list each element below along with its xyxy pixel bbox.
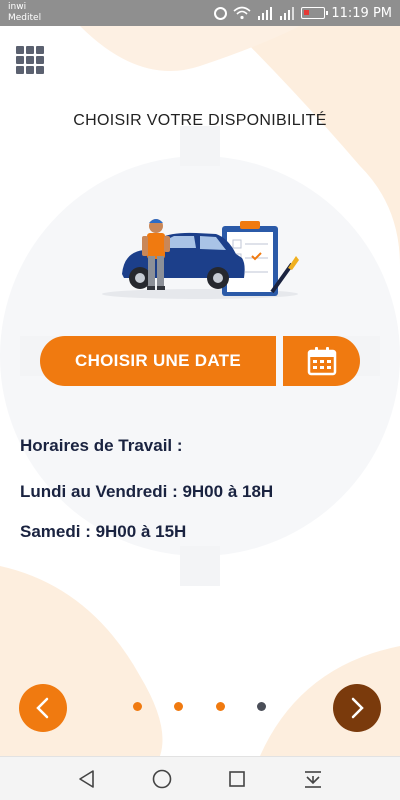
home-icon[interactable] (151, 768, 173, 790)
previous-button[interactable] (19, 684, 67, 732)
notifications-pull-down-icon[interactable] (302, 768, 324, 790)
signal-icon-1 (258, 7, 273, 20)
status-bar: inwi Meditel 11:19 PM (0, 0, 400, 26)
calendar-icon (307, 347, 336, 376)
saturday-hours: Samedi : 9H00 à 15H (20, 522, 187, 541)
status-icons: 11:19 PM (214, 4, 392, 22)
page-title: CHOISIR VOTRE DISPONIBILITÉ (73, 112, 327, 129)
working-hours-heading: Horaires de Travail : (20, 436, 183, 455)
signal-icon-2 (280, 7, 295, 20)
carrier-2: Meditel (8, 13, 42, 23)
chevron-left-icon (36, 697, 49, 719)
page-dot-4 (257, 702, 266, 711)
next-button[interactable] (333, 684, 381, 732)
system-navigation-bar (0, 756, 400, 800)
back-icon[interactable] (76, 768, 98, 790)
page-indicator (130, 702, 270, 714)
carrier-info: inwi Meditel (8, 2, 41, 24)
mechanic-car-checklist-illustration (102, 219, 299, 299)
weekday-hours: Lundi au Vendredi : 9H00 à 18H (20, 482, 274, 501)
page-dot-1 (133, 702, 142, 711)
battery-icon (301, 7, 329, 19)
calendar-button[interactable] (283, 336, 360, 386)
grid-menu-icon[interactable] (16, 46, 44, 74)
recent-apps-icon[interactable] (226, 768, 248, 790)
page-dot-3 (216, 702, 225, 711)
alarm-icon (214, 6, 228, 20)
page-dot-2 (174, 702, 183, 711)
clock: 11:19 PM (331, 5, 392, 21)
chevron-right-icon (351, 697, 364, 719)
background-decoration (0, 26, 400, 756)
wifi-icon (233, 6, 251, 20)
choose-date-button[interactable]: CHOISIR UNE DATE (40, 336, 276, 386)
carrier-1: inwi (8, 2, 27, 12)
